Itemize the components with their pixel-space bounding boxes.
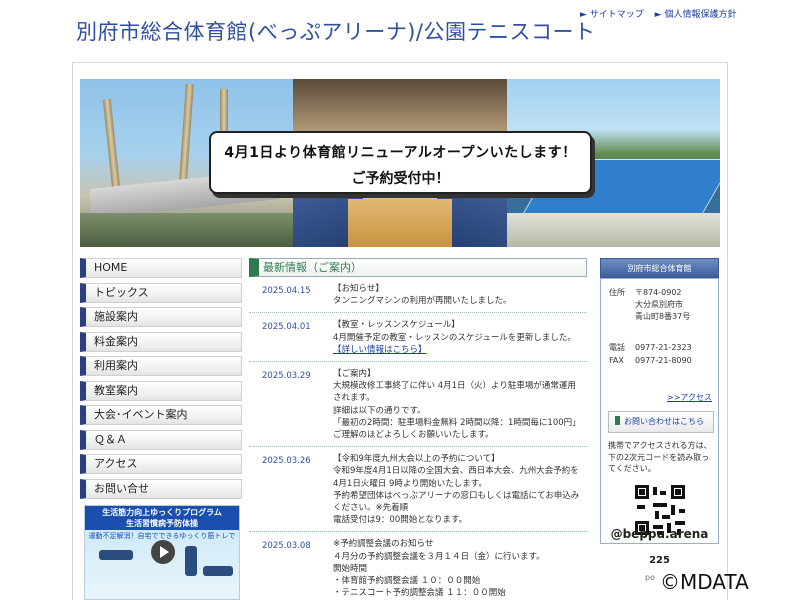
address-line: 大分県別府市 xyxy=(635,300,683,309)
instagram-posts-label: po xyxy=(645,573,655,582)
news-line: 電話受付は9：00開始となります。 xyxy=(333,515,468,526)
news-item: 2025.04.15 【お知らせ】 タンニングマシンの利用が再開いたしました。 xyxy=(249,277,587,314)
news-line: 令和9年度4月1日以降の全国大会、西日本大会、九州大会予約を xyxy=(333,466,579,477)
news-line: ・体育館予約調整会議 １０：００開始 xyxy=(333,576,481,587)
news-line: ４月分の予約調整会議を３月１４日（金）に行います。 xyxy=(333,551,545,562)
facility-info-sidebar: 別府市総合体育館 住所 〒874-0902 大分県別府市 青山町8番37号 電話… xyxy=(600,258,719,544)
renewal-notice: 4月1日より体育館リニューアルオープンいたします！ ご予約受付中！ xyxy=(209,131,592,194)
play-icon[interactable] xyxy=(151,540,175,564)
news-line: 4月開催予定の教室・レッスンのスケジュールを更新しました。 xyxy=(333,332,576,343)
news-heading: 最新情報（ご案内） xyxy=(249,258,587,277)
news-line: ください。※先着順 xyxy=(333,503,409,514)
sidebar-heading: 別府市総合体育館 xyxy=(600,258,719,278)
news-line: 【お知らせ】 xyxy=(333,284,384,294)
nav-contact[interactable]: お問い合せ xyxy=(80,478,242,499)
top-links: ► サイトマップ ► 個人情報保護方針 xyxy=(580,7,744,20)
privacy-policy-link[interactable]: ► 個人情報保護方針 xyxy=(655,10,737,20)
site-title: 別府市総合体育館(べっぷアリーナ)/公園テニスコート xyxy=(76,20,596,44)
news-date: 2025.04.15 xyxy=(262,286,311,296)
nav-topics[interactable]: トピックス xyxy=(80,282,242,303)
tel-number: 0977-21-2323 xyxy=(635,343,692,352)
nav-facilities[interactable]: 施設案内 xyxy=(80,307,242,327)
news-line: ※予約調整会議のお知らせ xyxy=(333,539,434,550)
main-nav: HOME トピックス 施設案内 料金案内 利用案内 教室案内 大会･イベント案内… xyxy=(80,258,242,503)
news-item: 2025.04.01 【教室・レッスンスケジュール】 4月開催予定の教室・レッス… xyxy=(249,313,587,363)
address-label: 住所 xyxy=(609,288,625,297)
instagram-post-count: 225 xyxy=(649,555,670,566)
news-date: 2025.03.08 xyxy=(262,541,311,552)
news-line: タンニングマシンの利用が再開いたしました。 xyxy=(333,296,512,307)
instagram-handle[interactable]: @beppu.arena xyxy=(600,527,719,541)
news-line: 4月1日火曜日 9時より開始いたします。 xyxy=(333,478,487,489)
exercise-video-banner[interactable]: 生活筋力向上ゆっくりプログラム 生活習慣病予防体操 運動不足解消！自宅でできるゆ… xyxy=(84,505,240,600)
tel-label: 電話 xyxy=(609,343,625,352)
news-item: 2025.03.26 【令和9年度九州大会以上の予約について】 令和9年度4月1… xyxy=(249,447,587,533)
nav-events[interactable]: 大会･イベント案内 xyxy=(80,405,242,425)
qr-instructions: 携帯でアクセスされる方は、下の2次元コードを読み取ってください。 xyxy=(608,441,712,473)
news-line: 「最初の2時間：駐車場料金無料 2時間以降：1時間毎に100円」 xyxy=(333,417,581,428)
news-item: 2025.03.29 【ご案内】 大規模改修工事終了に伴い 4月1日（火）より駐… xyxy=(249,362,587,448)
news-line: 詳細は以下の通りです。 xyxy=(333,405,426,416)
access-link[interactable]: >>アクセス xyxy=(667,392,712,403)
nav-faq[interactable]: Ｑ＆Ａ xyxy=(80,429,242,450)
fax-number: 0977-21-8090 xyxy=(635,356,692,365)
sitemap-link[interactable]: ► サイトマップ xyxy=(580,10,644,20)
facility-info-box: 住所 〒874-0902 大分県別府市 青山町8番37号 電話 0977-21-… xyxy=(600,278,719,544)
news-item: 2025.03.08 ※予約調整会議のお知らせ ４月分の予約調整会議を３月１４日… xyxy=(249,532,587,600)
news-line: 【令和9年度九州大会以上の予約について】 xyxy=(333,454,500,465)
fax-label: FAX xyxy=(609,356,624,365)
news-line: 大規模改修工事終了に伴い 4月1日（火）より駐車場が通常運用 xyxy=(333,381,576,392)
news-date: 2025.03.26 xyxy=(262,456,311,467)
nav-access[interactable]: アクセス xyxy=(80,454,242,474)
nav-classes[interactable]: 教室案内 xyxy=(80,380,242,401)
copyright-watermark: ©MDATA xyxy=(660,570,749,594)
nav-usage[interactable]: 利用案内 xyxy=(80,356,242,376)
details-link[interactable]: 【詳しい情報はこちら】 xyxy=(333,344,587,356)
news-line: 予約希望団体はべっぷアリーナの窓口もしくは電話にてお申込み xyxy=(333,490,580,501)
news-date: 2025.04.01 xyxy=(262,322,311,333)
contact-button[interactable]: お問い合わせはこちら xyxy=(608,411,714,433)
news-line: ご理解のほどよろしくお願いいたします。 xyxy=(333,430,494,441)
news-line: 【教室・レッスンスケジュール】 xyxy=(333,320,460,331)
news-line: されます。 xyxy=(333,393,375,404)
address-line: 青山町8番37号 xyxy=(635,312,691,321)
news-line: ・テニスコート予約調整会議 １１：００開始 xyxy=(333,588,506,599)
nav-home[interactable]: HOME xyxy=(80,258,242,278)
promo-title: 生活筋力向上ゆっくりプログラム 生活習慣病予防体操 xyxy=(85,506,239,530)
notice-line-2: ご予約受付中！ xyxy=(351,171,450,187)
postal-code: 〒874-0902 xyxy=(635,288,682,297)
notice-line-1: 4月1日より体育館リニューアルオープンいたします！ xyxy=(224,145,577,161)
news-line: 【ご案内】 xyxy=(333,369,376,380)
news-line: 開始時間 xyxy=(333,563,368,574)
nav-fees[interactable]: 料金案内 xyxy=(80,331,242,352)
news-section: 最新情報（ご案内） 2025.04.15 【お知らせ】 タンニングマシンの利用が… xyxy=(249,258,587,600)
news-date: 2025.03.29 xyxy=(262,371,311,382)
